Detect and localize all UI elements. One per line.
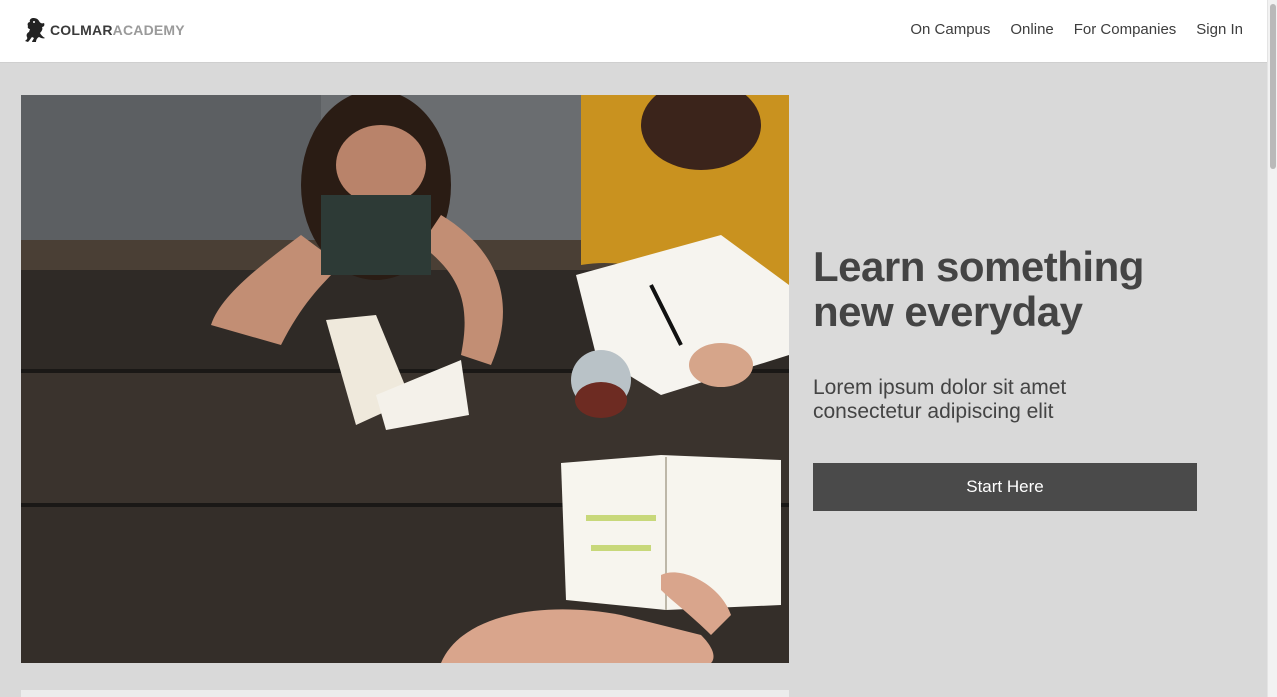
lion-rampant-icon [25, 18, 45, 42]
next-section-edge [21, 690, 789, 697]
nav-link-online[interactable]: Online [1010, 19, 1053, 41]
nav-link-sign-in[interactable]: Sign In [1196, 19, 1243, 41]
top-navbar: COLMARACADEMY On Campus Online For Compa… [0, 0, 1267, 63]
scrollbar-thumb[interactable] [1270, 4, 1276, 169]
start-here-button[interactable]: Start Here [813, 463, 1197, 511]
hero-title-line1: Learn something [813, 243, 1144, 290]
students-studying-photo [21, 95, 789, 663]
brand-name-part1: COLMAR [50, 22, 113, 38]
nav-link-for-companies[interactable]: For Companies [1074, 19, 1177, 41]
hero-subtitle: Lorem ipsum dolor sit amet consectetur a… [813, 376, 1233, 424]
hero-photo [21, 95, 789, 663]
brand-logo[interactable]: COLMARACADEMY [24, 16, 185, 44]
hero-subtitle-line1: Lorem ipsum dolor sit amet [813, 376, 1067, 399]
nav-link-on-campus[interactable]: On Campus [910, 19, 990, 41]
brand-name-part2: ACADEMY [112, 22, 185, 38]
hero-subtitle-line2: consectetur adipiscing elit [813, 400, 1054, 423]
brand-name: COLMARACADEMY [50, 22, 185, 38]
hero-title-line2: new everyday [813, 288, 1083, 335]
hero-title: Learn something new everyday [813, 244, 1233, 334]
page-scrollbar[interactable] [1267, 0, 1277, 697]
main-nav: On Campus Online For Companies Sign In [890, 19, 1243, 41]
